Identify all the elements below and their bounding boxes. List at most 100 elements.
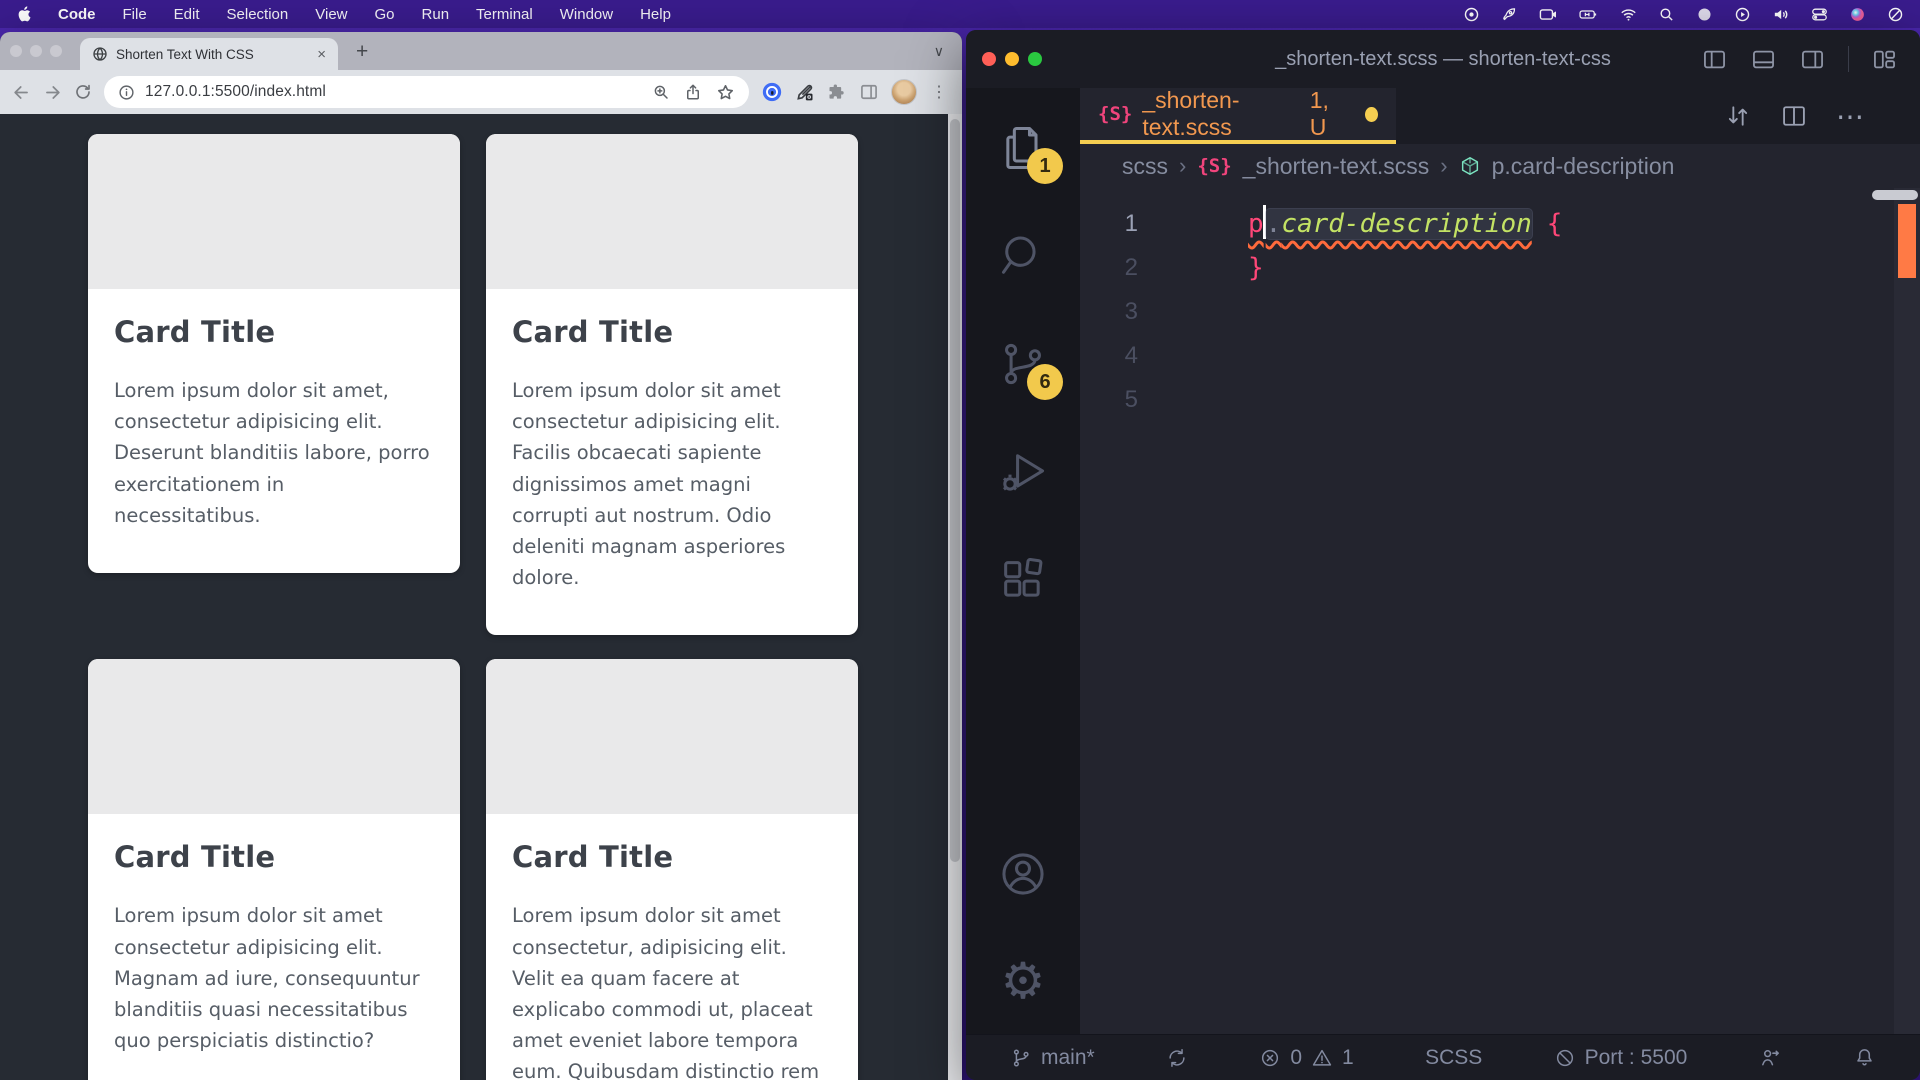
spotlight-search-icon[interactable] bbox=[1658, 6, 1675, 23]
more-actions-icon[interactable]: ⋯ bbox=[1836, 100, 1866, 133]
apple-menu-icon[interactable] bbox=[16, 5, 31, 23]
editor-scrollbar-thumb[interactable] bbox=[1872, 190, 1918, 200]
menu-selection[interactable]: Selection bbox=[227, 6, 289, 23]
extensions-icon[interactable] bbox=[997, 554, 1049, 606]
feedback-status[interactable] bbox=[1759, 1046, 1782, 1069]
browser-scrollbar[interactable] bbox=[948, 114, 962, 1080]
split-editor-icon[interactable] bbox=[1780, 102, 1808, 130]
git-branch-status[interactable]: main* bbox=[1010, 1046, 1095, 1070]
menu-run[interactable]: Run bbox=[422, 6, 450, 23]
extensions-puzzle-icon[interactable] bbox=[827, 82, 847, 102]
browser-menu-icon[interactable]: ⋮ bbox=[929, 82, 950, 102]
address-bar[interactable]: 127.0.0.1:5500/index.html bbox=[104, 76, 749, 108]
new-tab-button[interactable]: + bbox=[350, 39, 374, 64]
site-info-icon[interactable] bbox=[118, 84, 135, 101]
problems-status[interactable]: 0 1 bbox=[1259, 1046, 1353, 1070]
side-panel-icon[interactable] bbox=[859, 82, 879, 102]
symbol-class-icon bbox=[1459, 155, 1481, 177]
wifi-icon[interactable] bbox=[1620, 6, 1637, 23]
share-icon[interactable] bbox=[684, 83, 702, 101]
code-line[interactable]: 5 bbox=[1080, 378, 1920, 422]
minimize-window-button[interactable] bbox=[1005, 52, 1019, 66]
card-image-placeholder bbox=[88, 659, 460, 814]
line-number: 5 bbox=[1104, 386, 1138, 414]
colorpicker-extension-icon[interactable] bbox=[795, 82, 815, 102]
menu-window[interactable]: Window bbox=[560, 6, 613, 23]
code-editor[interactable]: 1 p.card-description{ 2 } 3 4 5 bbox=[1080, 188, 1920, 422]
sync-status[interactable] bbox=[1166, 1047, 1188, 1069]
code-line[interactable]: 2 } bbox=[1080, 246, 1920, 290]
screen-record-icon[interactable] bbox=[1539, 6, 1557, 23]
profile-avatar[interactable] bbox=[891, 79, 917, 105]
notifications-status[interactable] bbox=[1853, 1046, 1876, 1069]
rocket-icon[interactable] bbox=[1501, 6, 1518, 23]
editor-tab-active[interactable]: {S} _shorten-text.scss 1, U bbox=[1080, 88, 1396, 144]
zoom-window-button[interactable] bbox=[1028, 52, 1042, 66]
password-manager-extension-icon[interactable] bbox=[761, 81, 783, 103]
card-title: Card Title bbox=[512, 315, 832, 349]
siri-icon[interactable] bbox=[1849, 6, 1866, 23]
battery-icon[interactable] bbox=[1579, 6, 1599, 23]
toggle-panel-icon[interactable] bbox=[1750, 46, 1777, 73]
minimize-window-button[interactable] bbox=[30, 45, 42, 57]
breadcrumb-file[interactable]: _shorten-text.scss bbox=[1243, 153, 1430, 180]
run-debug-icon[interactable] bbox=[997, 446, 1049, 498]
port-icon bbox=[1554, 1047, 1576, 1069]
clock-icon[interactable] bbox=[1887, 6, 1904, 23]
play-circle-icon[interactable] bbox=[1734, 6, 1751, 23]
menu-help[interactable]: Help bbox=[640, 6, 671, 23]
tab-close-icon[interactable]: × bbox=[313, 46, 330, 63]
line-number: 2 bbox=[1104, 254, 1138, 282]
live-server-port[interactable]: Port : 5500 bbox=[1554, 1046, 1688, 1070]
reload-icon[interactable] bbox=[74, 83, 92, 101]
compare-changes-icon[interactable] bbox=[1724, 102, 1752, 130]
vscode-editor-region: {S} _shorten-text.scss 1, U ⋯ scss › {S}… bbox=[1080, 88, 1920, 1034]
menu-view[interactable]: View bbox=[315, 6, 347, 23]
toggle-sidebar-icon[interactable] bbox=[1701, 46, 1728, 73]
breadcrumb-symbol[interactable]: p.card-description bbox=[1492, 153, 1675, 180]
menu-go[interactable]: Go bbox=[375, 6, 395, 23]
code-line[interactable]: 3 bbox=[1080, 290, 1920, 334]
settings-gear-icon[interactable]: ⚙ bbox=[1001, 956, 1046, 1006]
language-mode[interactable]: SCSS bbox=[1425, 1046, 1482, 1070]
forward-icon[interactable] bbox=[43, 83, 62, 102]
menu-terminal[interactable]: Terminal bbox=[476, 6, 533, 23]
breadcrumb-folder[interactable]: scss bbox=[1122, 153, 1168, 180]
close-window-button[interactable] bbox=[10, 45, 22, 57]
menu-edit[interactable]: Edit bbox=[174, 6, 200, 23]
code-line[interactable]: 4 bbox=[1080, 334, 1920, 378]
toggle-secondary-sidebar-icon[interactable] bbox=[1799, 46, 1826, 73]
scss-file-icon: {S} bbox=[1098, 103, 1132, 125]
control-center-icon[interactable] bbox=[1811, 6, 1828, 23]
url-text[interactable]: 127.0.0.1:5500/index.html bbox=[145, 83, 326, 101]
vscode-traffic-lights[interactable] bbox=[982, 52, 1042, 66]
volume-icon[interactable] bbox=[1772, 6, 1790, 23]
explorer-icon[interactable]: 1 bbox=[997, 122, 1049, 174]
scrollbar-thumb[interactable] bbox=[950, 119, 960, 862]
record-indicator-icon[interactable] bbox=[1463, 6, 1480, 23]
menu-file[interactable]: File bbox=[123, 6, 147, 23]
browser-tab-active[interactable]: Shorten Text With CSS × bbox=[80, 38, 338, 70]
close-window-button[interactable] bbox=[982, 52, 996, 66]
bookmark-star-icon[interactable] bbox=[716, 83, 735, 102]
accounts-icon[interactable] bbox=[997, 848, 1049, 900]
search-icon[interactable] bbox=[997, 230, 1049, 282]
tab-title: Shorten Text With CSS bbox=[116, 47, 305, 62]
unsaved-dot-icon[interactable] bbox=[1365, 107, 1378, 122]
feedback-person-icon bbox=[1759, 1046, 1782, 1069]
browser-traffic-lights[interactable] bbox=[10, 45, 62, 57]
source-control-badge: 6 bbox=[1027, 364, 1063, 400]
vscode-statusbar: main* 0 1 SCSS Port : 5500 bbox=[966, 1034, 1920, 1080]
code-line[interactable]: 1 p.card-description{ bbox=[1080, 202, 1920, 246]
customize-layout-icon[interactable] bbox=[1871, 46, 1898, 73]
zoom-page-icon[interactable] bbox=[652, 83, 670, 101]
editor-overview-ruler[interactable] bbox=[1894, 188, 1920, 1034]
zoom-window-button[interactable] bbox=[50, 45, 62, 57]
source-control-icon[interactable]: 6 bbox=[997, 338, 1049, 390]
tab-overflow-chevron-icon[interactable]: ∨ bbox=[926, 43, 952, 60]
card-image-placeholder bbox=[486, 659, 858, 814]
breadcrumb-separator: › bbox=[1179, 153, 1186, 179]
menubar-app-name[interactable]: Code bbox=[58, 6, 96, 23]
do-not-disturb-icon[interactable] bbox=[1696, 6, 1713, 23]
back-icon[interactable] bbox=[12, 83, 31, 102]
